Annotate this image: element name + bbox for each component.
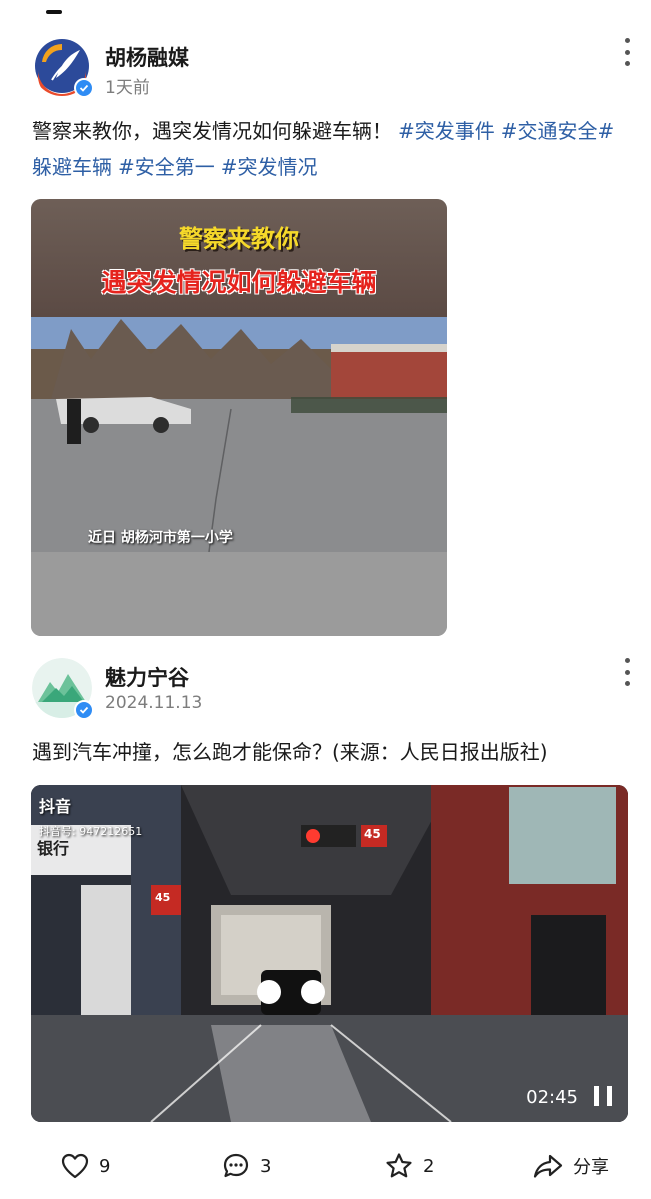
like-icon bbox=[61, 1153, 89, 1179]
hashtag[interactable]: #突发事件 bbox=[398, 119, 495, 143]
pause-icon[interactable] bbox=[594, 1086, 612, 1106]
share-button[interactable]: 分享 bbox=[533, 1146, 609, 1186]
hashtag[interactable]: #突发情况 bbox=[221, 155, 318, 179]
like-count: 9 bbox=[99, 1155, 111, 1177]
post-body: 警察来教你，遇突发情况如何躲避车辆！ bbox=[32, 119, 392, 143]
favorite-button[interactable]: 2 bbox=[385, 1146, 434, 1186]
comment-button[interactable]: 3 bbox=[222, 1146, 271, 1186]
hashtag[interactable]: #安全第一 bbox=[118, 155, 215, 179]
video-player[interactable]: 警察来教你 遇突发情况如何躲避车辆 近日 胡杨河市第一小学 bbox=[31, 199, 447, 636]
action-bar: 9 3 2 分享 bbox=[0, 1146, 651, 1186]
star-icon bbox=[386, 1153, 412, 1178]
sign-text: 银行 bbox=[37, 839, 70, 858]
video-caption: 近日 胡杨河市第一小学 bbox=[88, 530, 233, 546]
post-time: 1天前 bbox=[105, 78, 150, 98]
hashtag[interactable]: #交通安全 bbox=[501, 119, 598, 143]
favorite-count: 2 bbox=[423, 1155, 435, 1177]
speed-sign: 45 bbox=[155, 891, 171, 904]
banner-title: 警察来教你 bbox=[179, 225, 299, 253]
status-mark bbox=[46, 10, 62, 14]
more-icon[interactable] bbox=[621, 658, 633, 686]
author-name[interactable]: 魅力宁谷 bbox=[105, 662, 189, 692]
video-banner: 警察来教你 遇突发情况如何躲避车辆 bbox=[31, 199, 447, 317]
post-time: 2024.11.13 bbox=[105, 693, 203, 713]
more-icon[interactable] bbox=[621, 38, 633, 66]
speed-sign: 45 bbox=[364, 827, 381, 841]
verified-icon bbox=[74, 700, 94, 720]
post-card: 胡杨融媒 1天前 警察来教你，遇突发情况如何躲避车辆！ #突发事件 #交通安全#躲避… bbox=[0, 30, 651, 636]
video-player[interactable]: 抖音 抖音号: 947212651 银行 45 45 02:45 bbox=[31, 785, 628, 1122]
comment-icon bbox=[223, 1153, 249, 1178]
post-text: 遇到汽车冲撞，怎么跑才能保命？(来源：人民日报出版社) bbox=[32, 740, 548, 764]
post-card: 魅力宁谷 2024.11.13 遇到汽车冲撞，怎么跑才能保命？(来源：人民日报出… bbox=[0, 650, 651, 1199]
video-duration: 02:45 bbox=[526, 1087, 578, 1108]
author-name[interactable]: 胡杨融媒 bbox=[105, 42, 189, 72]
comment-count: 3 bbox=[260, 1155, 272, 1177]
share-label: 分享 bbox=[573, 1157, 609, 1178]
post-text: 警察来教你，遇突发情况如何躲避车辆！ #突发事件 #交通安全#躲避车辆 #安全第一 #突… bbox=[32, 113, 629, 185]
like-button[interactable]: 9 bbox=[61, 1146, 110, 1186]
verified-icon bbox=[74, 78, 94, 98]
douyin-icon: 抖音 bbox=[39, 797, 72, 816]
banner-subtitle: 遇突发情况如何躲避车辆 bbox=[101, 268, 377, 297]
share-icon bbox=[533, 1154, 563, 1178]
